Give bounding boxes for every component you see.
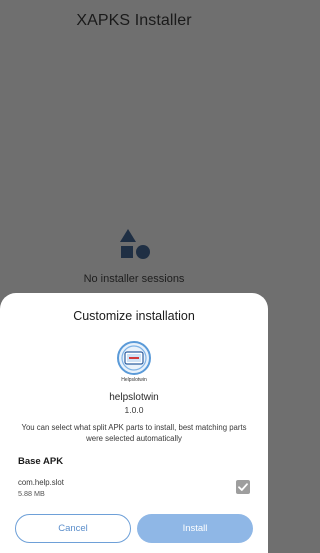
- split-item[interactable]: com.help.slot 5.88 MB: [18, 477, 250, 503]
- customize-installation-sheet: Customize installation Helpslotwin helps…: [0, 293, 268, 553]
- shapes-icon: [120, 229, 150, 259]
- app-logo: Helpslotwin: [117, 341, 151, 383]
- checkmark-icon: [238, 483, 248, 491]
- empty-state-text: No installer sessions: [83, 273, 185, 285]
- split-package-name: com.help.slot: [18, 478, 64, 487]
- svg-text:Helpslotwin: Helpslotwin: [121, 377, 147, 383]
- split-checkbox[interactable]: [236, 480, 250, 494]
- install-button[interactable]: Install: [137, 514, 253, 543]
- app-version: 1.0.0: [124, 405, 144, 415]
- app-title: XAPKS Installer: [76, 12, 192, 29]
- split-size: 5.88 MB: [18, 489, 45, 498]
- app-name: helpslotwin: [109, 392, 159, 403]
- cancel-button[interactable]: Cancel: [15, 514, 131, 543]
- dialog-description: You can select what split APK parts to i…: [21, 423, 247, 443]
- dialog-title: Customize installation: [73, 309, 195, 323]
- base-apk-section-title: Base APK: [18, 456, 64, 467]
